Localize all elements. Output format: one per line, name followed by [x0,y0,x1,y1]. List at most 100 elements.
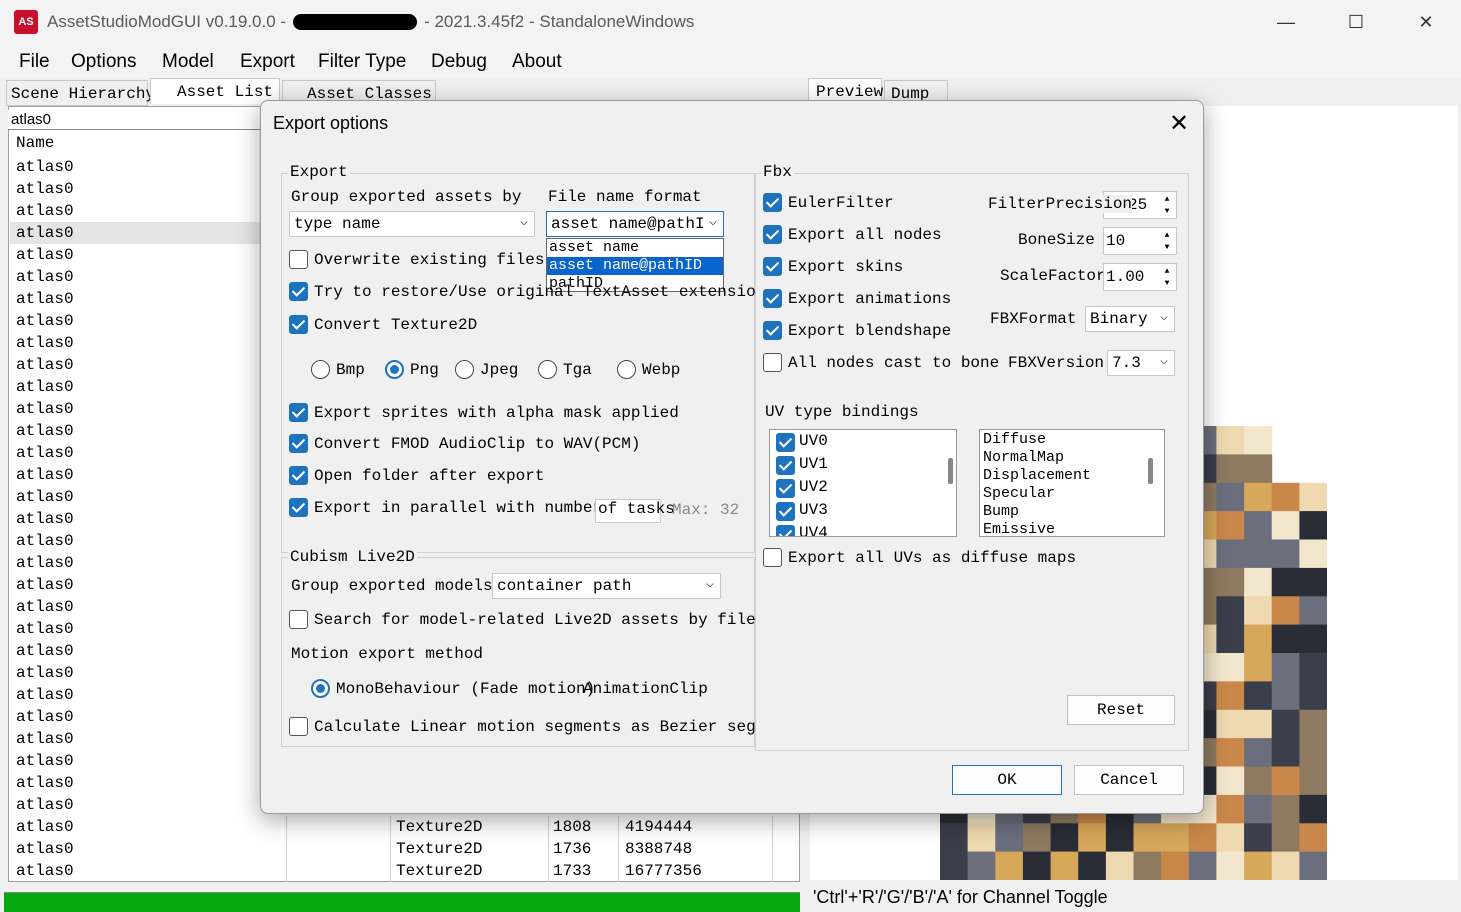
uv-channel-checkbox[interactable] [776,479,795,498]
table-row[interactable]: atlas0 Texture2D 1733 16777356 [10,860,798,882]
uv-channel-checkbox[interactable] [776,456,795,475]
sprites-alpha-checkbox[interactable] [289,403,308,422]
asset-name-cell: atlas0 [16,356,74,374]
euler-filter-checkbox[interactable] [763,193,782,212]
uv-type-item[interactable]: Diffuse [983,431,1046,448]
group-by-label: Group exported assets by [291,188,522,206]
uv-channel-checkbox[interactable] [776,502,795,521]
scrollbar-thumb[interactable] [1148,458,1153,484]
uv-channel-list[interactable]: UV0 UV1 UV2 UV3 UV4 [769,429,957,537]
fmod-wav-checkbox[interactable] [289,434,308,453]
format-png-radio[interactable] [385,360,404,379]
scrollbar-thumb[interactable] [948,458,953,484]
open-folder-checkbox[interactable] [289,466,308,485]
asset-name-cell: atlas0 [16,400,74,418]
uv-type-item[interactable]: Displacement [983,467,1091,484]
close-window-button[interactable]: ✕ [1391,0,1461,44]
table-row[interactable]: atlas0 Texture2D 1736 8388748 [10,838,798,860]
cancel-button[interactable]: Cancel [1074,765,1184,795]
fbx-version-select[interactable]: 7.3 ⌵ [1107,350,1175,376]
tab-asset-list[interactable]: Asset List [150,78,280,104]
format-webp-label: Webp [642,361,681,379]
restore-extension-label: Try to restore/Use original TextAsset ex… [314,283,755,301]
uv-type-list[interactable]: Diffuse NormalMap Displacement Specular Bump… [979,429,1165,537]
fbx-version-label: FBXVersion [1008,354,1105,372]
motion-mono-radio[interactable] [311,679,330,698]
bone-size-input[interactable]: 10 ▲ ▼ [1103,227,1177,255]
uv-type-item[interactable]: Specular [983,485,1055,502]
spin-up-icon[interactable]: ▲ [1160,265,1174,277]
texture-tile [1271,482,1300,512]
status-text: 'Ctrl'+'R'/'G'/'B'/'A' for Channel Toggl… [813,887,1108,907]
filename-format-select[interactable]: asset name@pathI ⌵ [546,211,724,237]
filename-option-asset-name[interactable]: asset name [547,239,723,257]
ok-button[interactable]: OK [952,765,1062,795]
linear-bezier-checkbox[interactable] [289,717,308,736]
uv-channel-checkbox[interactable] [776,525,795,536]
menu-file[interactable]: File [19,51,50,73]
reset-button[interactable]: Reset [1067,695,1175,725]
fbx-format-select[interactable]: Binary ⌵ [1085,306,1175,332]
uv-type-item[interactable]: Emissive [983,521,1055,536]
menu-debug[interactable]: Debug [431,51,487,73]
texture-tile [1216,539,1245,569]
convert-texture-checkbox[interactable] [289,315,308,334]
spin-up-icon[interactable]: ▲ [1160,229,1174,241]
overwrite-checkbox[interactable] [289,250,308,269]
menu-filter-type[interactable]: Filter Type [318,51,406,73]
spin-down-icon[interactable]: ▼ [1160,205,1174,217]
format-jpeg-label: Jpeg [480,361,519,379]
parallel-export-label: Export in parallel with number [314,499,603,517]
texture-tile [1244,624,1273,654]
uv-diffuse-checkbox[interactable] [763,548,782,567]
format-webp-radio[interactable] [617,360,636,379]
tab-scene-hierarchy[interactable]: Scene Hierarchy [6,80,155,106]
search-live2d-checkbox[interactable] [289,610,308,629]
minimize-button[interactable]: — [1251,0,1321,44]
search-input[interactable] [8,110,268,130]
menu-model[interactable]: Model [162,51,214,73]
uv-type-item[interactable]: NormalMap [983,449,1064,466]
export-all-nodes-checkbox[interactable] [763,225,782,244]
parallel-max-label: Max: 32 [672,501,740,519]
maximize-button[interactable]: ☐ [1321,0,1391,44]
menu-about[interactable]: About [512,51,562,73]
spin-up-icon[interactable]: ▲ [1160,193,1174,205]
texture-tile [1105,823,1134,853]
spin-down-icon[interactable]: ▼ [1160,241,1174,253]
texture-tile [1271,851,1300,880]
texture-tile [1271,709,1300,739]
texture-tile [1299,766,1327,796]
asset-name-cell: atlas0 [16,840,74,858]
format-bmp-label: Bmp [336,361,365,379]
texture-tile [1244,426,1273,455]
restore-extension-checkbox[interactable] [289,282,308,301]
texture-tile [940,851,969,880]
cast-to-bone-checkbox[interactable] [763,353,782,372]
parallel-export-checkbox[interactable] [289,498,308,517]
spin-down-icon[interactable]: ▼ [1160,277,1174,289]
table-row[interactable]: atlas0 Texture2D 1808 4194444 [10,816,798,838]
export-skins-checkbox[interactable] [763,257,782,276]
uv-channel-checkbox[interactable] [776,433,795,452]
motion-anim-label[interactable]: AnimationClip [583,680,708,698]
uv-channel-label: UV2 [799,478,828,496]
group-models-select[interactable]: container path ⌵ [492,573,721,599]
export-animations-checkbox[interactable] [763,289,782,308]
parallel-tasks-input[interactable]: of tasks [595,499,675,523]
menu-export[interactable]: Export [240,51,295,73]
format-tga-radio[interactable] [538,360,557,379]
uv-type-item[interactable]: Bump [983,503,1019,520]
menu-options[interactable]: Options [71,51,136,73]
export-blendshape-checkbox[interactable] [763,321,782,340]
dialog-close-button[interactable]: ✕ [1161,107,1197,139]
texture-tile [1216,738,1245,767]
uv-bindings-label: UV type bindings [765,403,919,421]
asset-pathid-cell: 1808 [553,818,592,836]
texture-tile [1271,596,1300,626]
format-jpeg-radio[interactable] [455,360,474,379]
group-by-select[interactable]: type name ⌵ [289,211,535,237]
scale-factor-input[interactable]: 1.00 ▲ ▼ [1103,263,1177,291]
filename-option-asset-name-pathid[interactable]: asset name@pathID [547,257,723,275]
format-bmp-radio[interactable] [311,360,330,379]
